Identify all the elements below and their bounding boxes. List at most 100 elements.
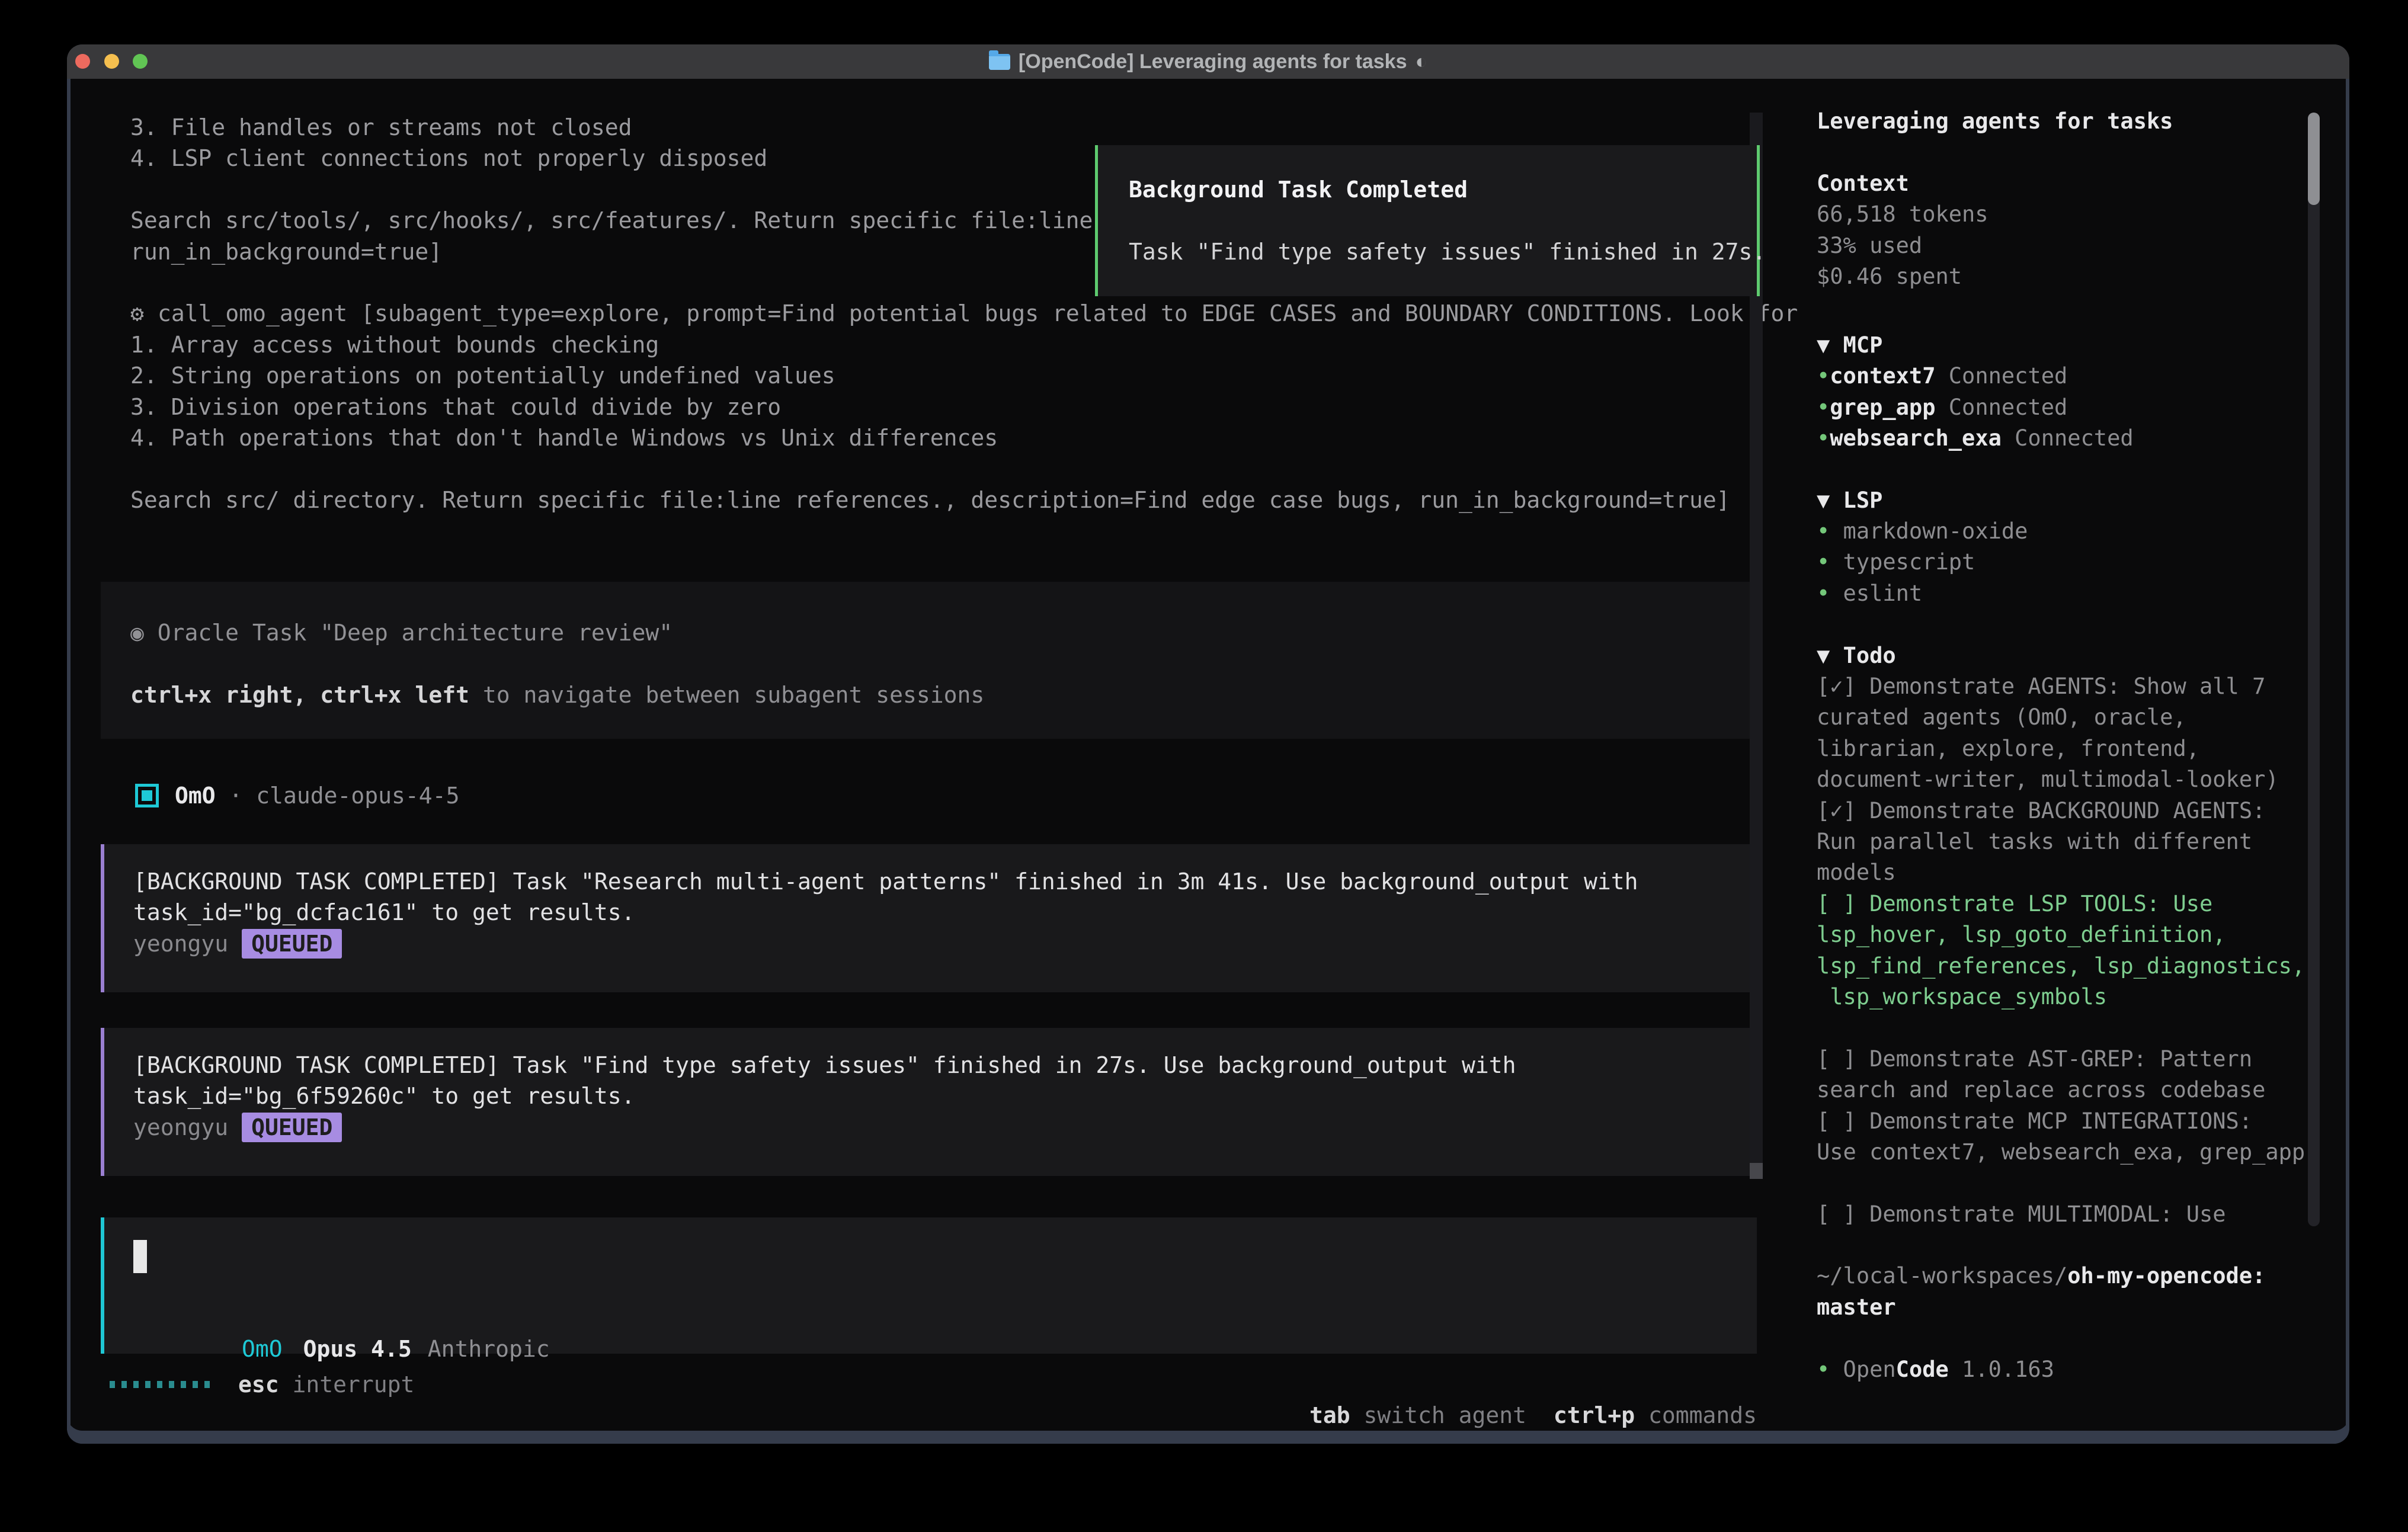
mcp-status: Connected	[2002, 425, 2134, 451]
mcp-item: •grep_app Connected	[1817, 392, 2337, 423]
folder-icon	[989, 54, 1010, 70]
status-badge: QUEUED	[242, 929, 342, 959]
todo-line: [✓] Demonstrate AGENTS: Show all 7	[1817, 671, 2337, 702]
author-name: yeongyu	[133, 931, 228, 957]
model-name: Opus 4.5	[303, 1336, 412, 1362]
workspace-project: oh-my-opencode:	[2067, 1263, 2265, 1289]
mcp-item: •websearch_exa Connected	[1817, 423, 2337, 454]
todo-line: curated agents (OmO, oracle,	[1817, 702, 2337, 733]
todo-line: Use context7, websearch_exa, grep_app	[1817, 1137, 2337, 1168]
separator	[1526, 1402, 1554, 1428]
author-name: yeongyu	[133, 1114, 228, 1140]
chat-line: 3. File handles or streams not closed	[130, 112, 1798, 143]
model-provider: Anthropic	[428, 1336, 550, 1362]
opencode-name-suffix: Code	[1896, 1357, 1949, 1382]
window-title-text: [OpenCode] Leveraging agents for tasks	[1019, 50, 1407, 73]
lsp-item: • eslint	[1817, 578, 2337, 609]
window-title: [OpenCode] Leveraging agents for tasks ◐	[67, 44, 2349, 79]
statusbar-left: esc interrupt	[110, 1369, 414, 1400]
mcp-name: websearch_exa	[1830, 425, 2002, 451]
status-dot-icon: •	[1817, 581, 1830, 606]
queued-message: [BACKGROUND TASK COMPLETED] Task "Resear…	[101, 844, 1757, 992]
message-meta: yeongyuQUEUED	[133, 1112, 1757, 1143]
lsp-item: • markdown-oxide	[1817, 516, 2337, 547]
spacer	[1129, 205, 1757, 236]
context-used: 33% used	[1817, 230, 2337, 261]
agent-name-model: OmO · claude-opus-4-5	[175, 780, 459, 811]
message-line: [BACKGROUND TASK COMPLETED] Task "Resear…	[133, 866, 1757, 897]
lsp-section-heading[interactable]: ▼ LSP	[1817, 485, 2337, 516]
workspace-path-prefix: ~/local-workspaces/	[1817, 1263, 2067, 1289]
mcp-status: Connected	[1936, 363, 2068, 389]
agent-short-name: OmO	[242, 1336, 283, 1362]
terminal-window: [OpenCode] Leveraging agents for tasks ◐…	[67, 44, 2349, 1444]
background-task-notification: Background Task Completed Task "Find typ…	[1095, 145, 1760, 296]
mcp-name: grep_app	[1830, 395, 1935, 420]
session-progress-icon: ◐	[1416, 50, 1428, 73]
session-sidebar: Leveraging agents for tasks Context 66,5…	[1801, 79, 2337, 1385]
lsp-item: • typescript	[1817, 547, 2337, 578]
agent-icon	[135, 784, 159, 807]
spacer	[1817, 1230, 2337, 1261]
chat-line	[130, 453, 1798, 484]
lsp-name: eslint	[1830, 581, 1922, 606]
todo-line: [ ] Demonstrate MULTIMODAL: Use	[1817, 1199, 2337, 1230]
status-dot-icon: •	[1817, 518, 1830, 544]
message-line: [BACKGROUND TASK COMPLETED] Task "Find t…	[133, 1050, 1757, 1081]
mcp-status: Connected	[1936, 395, 2068, 420]
todo-line: [ ] Demonstrate AST-GREP: Pattern	[1817, 1044, 2337, 1075]
oracle-hint: ctrl+x right, ctrl+x left to navigate be…	[130, 680, 1757, 710]
text-cursor	[133, 1240, 147, 1273]
status-dot-icon: •	[1817, 1357, 1830, 1382]
chat-line: 1. Array access without bounds checking	[130, 329, 1798, 360]
prompt-input[interactable]: OmOOpus 4.5Anthropic	[101, 1217, 1757, 1354]
statusbar-right: tab switch agent ctrl+p commands	[1228, 1369, 1757, 1400]
chat-line: 2. String operations on potentially unde…	[130, 360, 1798, 391]
opencode-name-prefix: Open	[1830, 1357, 1895, 1382]
todo-line: [ ] Demonstrate MCP INTEGRATIONS:	[1817, 1106, 2337, 1137]
spacer	[1817, 1012, 2337, 1043]
chat-scrollbar-thumb[interactable]	[1750, 1163, 1763, 1179]
desktop: [OpenCode] Leveraging agents for tasks ◐…	[0, 0, 2408, 1532]
tab-key-label: switch agent	[1350, 1402, 1526, 1428]
spacer	[1817, 454, 2337, 485]
status-dot-icon: •	[1817, 363, 1830, 389]
workspace-branch: master	[1817, 1292, 2337, 1323]
spacer	[1817, 292, 2337, 323]
spinner-icon	[110, 1381, 210, 1388]
sidebar-scrollbar[interactable]	[2308, 113, 2320, 1226]
lsp-name: markdown-oxide	[1830, 518, 2028, 544]
spacer	[1817, 1323, 2337, 1354]
sidebar-scrollbar-thumb[interactable]	[2308, 113, 2320, 205]
tool-call-text: call_omo_agent [subagent_type=explore, p…	[158, 300, 1798, 326]
todo-line: [✓] Demonstrate BACKGROUND AGENTS:	[1817, 796, 2337, 826]
opencode-version-number: 1.0.163	[1949, 1357, 2054, 1382]
todo-section-heading[interactable]: ▼ Todo	[1817, 640, 2337, 671]
message-meta: yeongyu QUEUED	[133, 928, 1757, 959]
spacer	[1817, 609, 2337, 640]
spacer	[1817, 1168, 2337, 1198]
status-dot-icon: •	[1817, 549, 1830, 575]
chat-line: 3. Division operations that could divide…	[130, 392, 1798, 422]
workspace-path: ~/local-workspaces/oh-my-opencode:	[1817, 1261, 2337, 1291]
context-tokens: 66,518 tokens	[1817, 199, 2337, 230]
chat-line: Search src/ directory. Return specific f…	[130, 485, 1798, 515]
todo-line-active: [ ] Demonstrate LSP TOOLS: Use	[1817, 889, 2337, 919]
mcp-name: context7	[1830, 363, 1935, 389]
todo-line-active: lsp_hover, lsp_goto_definition,	[1817, 919, 2337, 950]
window-titlebar[interactable]: [OpenCode] Leveraging agents for tasks ◐	[67, 44, 2349, 79]
hint-text: to navigate between subagent sessions	[469, 682, 984, 708]
notification-body: Task "Find type safety issues" finished …	[1129, 236, 1757, 267]
mcp-item: •context7 Connected	[1817, 361, 2337, 392]
lsp-name: typescript	[1830, 549, 1975, 575]
message-line: task_id="bg_dcfac161" to get results.	[133, 897, 1757, 928]
mcp-section-heading[interactable]: ▼ MCP	[1817, 330, 2337, 361]
todo-line: document-writer, multimodal-looker)	[1817, 764, 2337, 795]
todo-line-active: lsp_find_references, lsp_diagnostics,	[1817, 951, 2337, 982]
tab-key-hint: tab	[1309, 1402, 1350, 1428]
cmd-key-hint: ctrl+p	[1554, 1402, 1635, 1428]
agent-model: · claude-opus-4-5	[216, 783, 460, 809]
oracle-task-title: ◉ Oracle Task "Deep architecture review"	[130, 617, 1757, 648]
todo-line-active: lsp_workspace_symbols	[1817, 982, 2337, 1012]
spacer	[130, 648, 1757, 679]
